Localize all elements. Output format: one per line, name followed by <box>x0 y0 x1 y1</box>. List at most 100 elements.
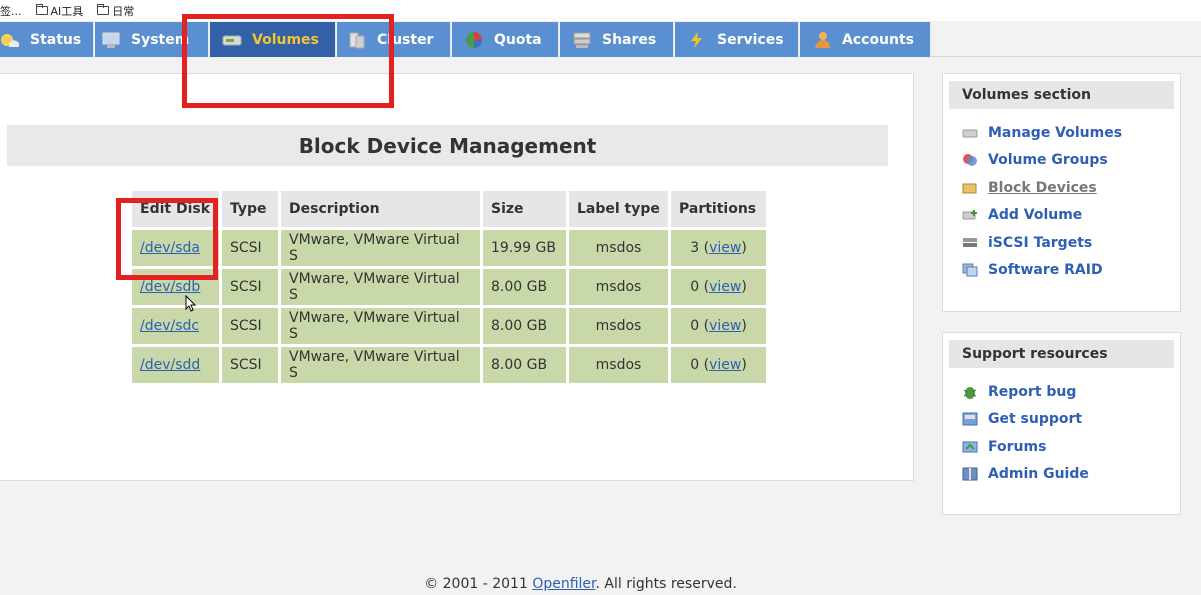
table-row: /dev/sdb SCSI VMware, VMware Virtual S 8… <box>132 269 766 305</box>
column-header: Type <box>222 191 278 227</box>
edit-disk-link[interactable]: /dev/sdc <box>140 318 199 334</box>
edit-disk-link[interactable]: /dev/sdb <box>140 279 200 295</box>
sidebar-item-label: Block Devices <box>988 179 1097 196</box>
volumes-section-box: Volumes section Manage Volumes Volume Gr… <box>942 73 1181 312</box>
column-header: Partitions <box>671 191 766 227</box>
bookmarks-bar: 签... AI工具 日常 <box>0 0 1201 21</box>
view-partitions-link[interactable]: view <box>709 357 741 373</box>
sidebar-item-iscsi-targets[interactable]: iSCSI Targets <box>943 229 1180 257</box>
view-partitions-link[interactable]: view <box>709 318 741 334</box>
software-raid-icon <box>962 263 978 277</box>
column-header: Description <box>281 191 480 227</box>
edit-disk-link[interactable]: /dev/sdd <box>140 357 200 373</box>
support-resources-title: Support resources <box>949 340 1174 368</box>
sidebar-item-get-support[interactable]: Get support <box>943 406 1180 434</box>
disk-description: VMware, VMware Virtual S <box>281 230 480 266</box>
disk-size: 8.00 GB <box>483 347 566 383</box>
sidebar-item-label: Admin Guide <box>988 466 1089 483</box>
sidebar-item-manage-volumes[interactable]: Manage Volumes <box>943 119 1180 147</box>
block-devices-table: Edit Disk Type Description Size Label ty… <box>129 188 769 386</box>
disk-label-type: msdos <box>569 347 668 383</box>
table-row: /dev/sda SCSI VMware, VMware Virtual S 1… <box>132 230 766 266</box>
tab-label: Services <box>717 31 784 48</box>
partition-count: 3 <box>690 240 700 256</box>
disk-size: 19.99 GB <box>483 230 566 266</box>
sidebar-item-label: Volume Groups <box>988 152 1108 169</box>
sidebar-item-volume-groups[interactable]: Volume Groups <box>943 147 1180 175</box>
bookmark-item[interactable]: 签... <box>0 3 22 19</box>
system-icon <box>101 31 121 49</box>
tab-quota[interactable]: Quota <box>452 22 559 57</box>
tab-label: Accounts <box>842 31 915 48</box>
forums-icon <box>962 440 978 454</box>
bookmark-folder-ai-tools[interactable]: AI工具 <box>35 3 84 19</box>
bookmark-label: 日常 <box>112 4 135 18</box>
iscsi-targets-icon <box>962 236 978 250</box>
block-devices-icon <box>962 181 978 195</box>
tab-services[interactable]: Services <box>675 22 799 57</box>
sidebar-item-label: Forums <box>988 438 1047 455</box>
disk-description: VMware, VMware Virtual S <box>281 308 480 344</box>
sidebar-item-label: Report bug <box>988 383 1077 400</box>
sidebar-item-software-raid[interactable]: Software RAID <box>943 257 1180 285</box>
services-icon <box>687 31 707 49</box>
sidebar-item-forums[interactable]: Forums <box>943 433 1180 461</box>
disk-partitions: 0 (view) <box>671 347 766 383</box>
tab-shares[interactable]: Shares <box>560 22 674 57</box>
sidebar-item-report-bug[interactable]: Report bug <box>943 378 1180 406</box>
view-partitions-link[interactable]: view <box>709 240 741 256</box>
partition-count: 0 <box>690 318 700 334</box>
disk-type: SCSI <box>222 308 278 344</box>
column-header: Size <box>483 191 566 227</box>
status-icon <box>0 31 20 49</box>
disk-label-type: msdos <box>569 308 668 344</box>
manage-volumes-icon <box>962 126 978 140</box>
support-resources-box: Support resources Report bug Get support… <box>942 332 1181 515</box>
disk-label-type: msdos <box>569 230 668 266</box>
add-volume-icon <box>962 208 978 222</box>
sidebar-item-label: Software RAID <box>988 262 1103 279</box>
tab-label: Shares <box>602 31 657 48</box>
admin-guide-icon <box>962 467 978 481</box>
column-header: Label type <box>569 191 668 227</box>
sidebar-item-block-devices[interactable]: Block Devices <box>943 174 1180 202</box>
tab-label: Status <box>30 31 82 48</box>
folder-icon <box>97 4 110 15</box>
disk-size: 8.00 GB <box>483 269 566 305</box>
sidebar-item-add-volume[interactable]: Add Volume <box>943 202 1180 230</box>
sidebar-item-admin-guide[interactable]: Admin Guide <box>943 461 1180 489</box>
disk-description: VMware, VMware Virtual S <box>281 347 480 383</box>
disk-partitions: 3 (view) <box>671 230 766 266</box>
footer-rights: . All rights reserved. <box>595 576 737 592</box>
bookmark-folder-daily[interactable]: 日常 <box>97 3 134 19</box>
sidebar-item-label: iSCSI Targets <box>988 234 1093 251</box>
mouse-cursor <box>185 294 197 317</box>
page-title: Block Device Management <box>7 125 888 166</box>
main-nav-tabs: Status System Volumes Cluster Quota Shar… <box>0 21 1201 57</box>
disk-label-type: msdos <box>569 269 668 305</box>
bookmark-label: 签... <box>0 4 22 18</box>
volumes-section-title: Volumes section <box>949 81 1174 109</box>
disk-type: SCSI <box>222 230 278 266</box>
disk-description: VMware, VMware Virtual S <box>281 269 480 305</box>
tab-label: System <box>131 31 190 48</box>
openfiler-link[interactable]: Openfiler <box>532 576 595 592</box>
footer: © 2001 - 2011 Openfiler. All rights rese… <box>0 576 1161 592</box>
tab-status[interactable]: Status <box>0 22 94 57</box>
highlight-box <box>116 198 218 280</box>
tab-accounts[interactable]: Accounts <box>800 22 931 57</box>
sidebar-item-label: Get support <box>988 411 1083 428</box>
disk-partitions: 0 (view) <box>671 269 766 305</box>
footer-copyright: © 2001 - 2011 <box>424 576 533 592</box>
bookmark-label: AI工具 <box>50 4 84 18</box>
partition-count: 0 <box>690 357 700 373</box>
table-header-row: Edit Disk Type Description Size Label ty… <box>132 191 766 227</box>
disk-type: SCSI <box>222 347 278 383</box>
disk-type: SCSI <box>222 269 278 305</box>
sidebar-item-label: Manage Volumes <box>988 124 1123 141</box>
quota-icon <box>464 31 484 49</box>
volume-groups-icon <box>962 153 978 167</box>
view-partitions-link[interactable]: view <box>709 279 741 295</box>
disk-size: 8.00 GB <box>483 308 566 344</box>
disk-partitions: 0 (view) <box>671 308 766 344</box>
